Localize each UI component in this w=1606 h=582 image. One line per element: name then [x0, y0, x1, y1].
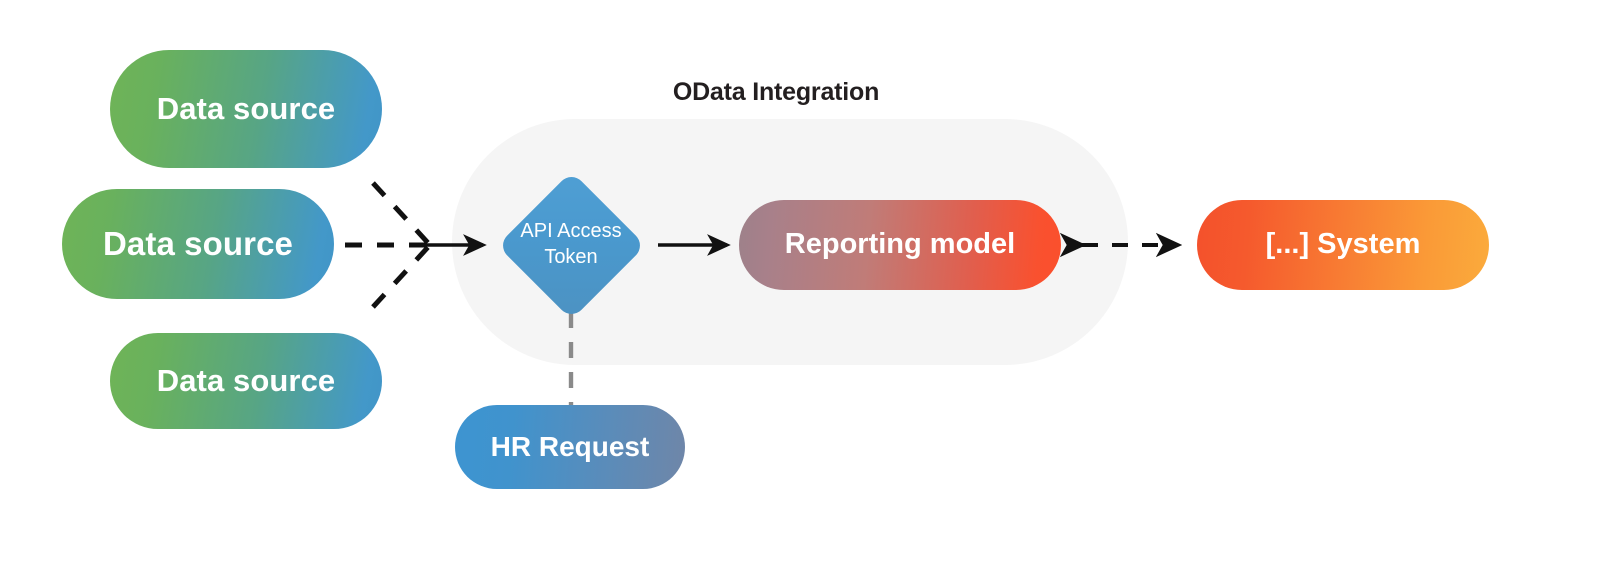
node-data-source-3-label: Data source — [156, 362, 336, 398]
node-api-access-token[interactable]: API Access Token — [496, 170, 646, 320]
node-data-source-1-label: Data source — [156, 90, 336, 126]
node-external-system-label: [...] System — [1265, 228, 1421, 261]
node-hr-request[interactable]: HR Request — [455, 405, 685, 489]
node-data-source-2-label: Data source — [102, 224, 293, 262]
node-external-system[interactable]: [...] System — [1197, 200, 1489, 290]
diagram-canvas: OData Integration Data source Data sourc… — [0, 0, 1606, 582]
node-reporting-model-label: Reporting model — [784, 228, 1016, 261]
odata-integration-title: OData Integration — [672, 78, 880, 106]
connector-data-sources-to-junction — [345, 181, 432, 309]
node-api-access-token-label: API Access Token — [497, 171, 645, 319]
node-api-access-token-label-line1: API Access — [520, 220, 622, 243]
node-data-source-2[interactable]: Data source — [62, 189, 334, 299]
node-reporting-model[interactable]: Reporting model — [739, 200, 1061, 290]
node-data-source-1[interactable]: Data source — [110, 50, 382, 168]
node-api-access-token-label-line2: Token — [544, 246, 598, 268]
node-hr-request-label: HR Request — [490, 430, 650, 462]
node-data-source-3[interactable]: Data source — [110, 333, 382, 429]
